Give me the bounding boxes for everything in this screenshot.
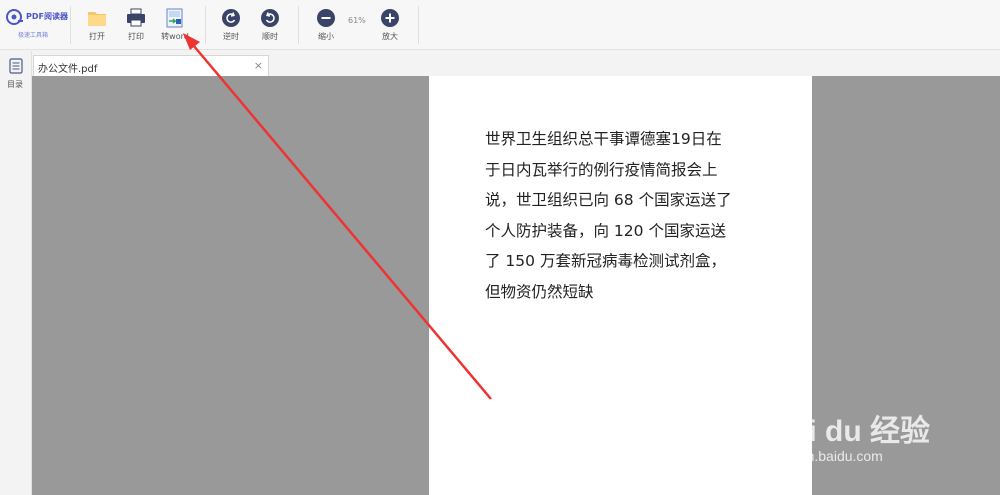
- rotate-cw-icon: [261, 9, 279, 27]
- print-button[interactable]: 打印: [119, 6, 153, 44]
- app-subtitle: 极速工具箱: [18, 32, 49, 39]
- text-line: 个人防护装备，向 120 个国家运送: [485, 221, 726, 240]
- rotate-counterclockwise-button[interactable]: 逆时: [214, 6, 248, 44]
- open-label: 打开: [89, 32, 105, 41]
- toolbar-divider: [205, 6, 206, 44]
- zoom-out-button[interactable]: 缩小: [309, 6, 343, 44]
- zoom-in-label: 放大: [382, 32, 398, 41]
- baidu-jingyan-watermark: Bai du 经验 jingyan.baidu.com: [770, 386, 970, 476]
- text-line: 说，世卫组织已向 68 个国家运送了: [485, 191, 732, 209]
- zoom-in-button[interactable]: 放大: [373, 6, 407, 44]
- printer-icon: [127, 8, 145, 27]
- text-line: 但物资仍然短缺: [485, 282, 594, 301]
- convert-to-word-button[interactable]: 转word: [158, 6, 192, 44]
- watermark-url: jingyan.baidu.com: [770, 448, 883, 464]
- open-button[interactable]: 打开: [80, 6, 114, 44]
- rotate-clockwise-button[interactable]: 顺时: [253, 6, 287, 44]
- toolbar-divider: [418, 6, 419, 44]
- pdf-logo-icon: [6, 9, 23, 25]
- toolbar-divider: [298, 6, 299, 44]
- tab-filename: 办公文件.pdf: [38, 64, 98, 75]
- toc-button[interactable]: 目录: [0, 51, 31, 95]
- text-line: 了 150 万套新冠病毒检测试剂盒，: [485, 252, 726, 270]
- word-convert-icon: [166, 8, 183, 28]
- zoom-out-icon: [317, 9, 335, 27]
- rotate-cw-label: 顺时: [262, 32, 278, 41]
- zoom-in-icon: [381, 9, 399, 27]
- toolbar: PDF阅读器 极速工具箱 打开 打印 转word 逆时 顺时 缩小 61% 放大: [0, 0, 1000, 50]
- toc-label: 目录: [7, 80, 23, 89]
- text-line: 世界卫生组织总干事谭德塞19日在: [485, 130, 722, 148]
- app-logo: PDF阅读器 极速工具箱: [6, 8, 70, 42]
- rotate-ccw-label: 逆时: [223, 32, 239, 41]
- zoom-level: 61%: [348, 16, 366, 25]
- folder-icon: [88, 12, 106, 26]
- close-icon[interactable]: ×: [254, 59, 263, 72]
- convert-to-word-label: 转word: [161, 32, 189, 41]
- app-name: PDF阅读器: [26, 12, 68, 21]
- text-line: 于日内瓦举行的例行疫情简报会上: [485, 160, 718, 179]
- toolbar-divider: [70, 6, 71, 44]
- pdf-page: 世界卫生组织总干事谭德塞19日在 于日内瓦举行的例行疫情简报会上 说，世卫组织已…: [429, 76, 812, 495]
- print-label: 打印: [128, 32, 144, 41]
- side-rail: 目录: [0, 51, 32, 495]
- zoom-out-label: 缩小: [318, 32, 334, 41]
- watermark-brand: Bai du 经验: [770, 415, 931, 448]
- rotate-ccw-icon: [222, 9, 240, 27]
- document-list-icon: [9, 58, 23, 74]
- page-text: 世界卫生组织总干事谭德塞19日在 于日内瓦举行的例行疫情简报会上 说，世卫组织已…: [485, 124, 765, 307]
- document-tab[interactable]: 办公文件.pdf ×: [33, 55, 269, 76]
